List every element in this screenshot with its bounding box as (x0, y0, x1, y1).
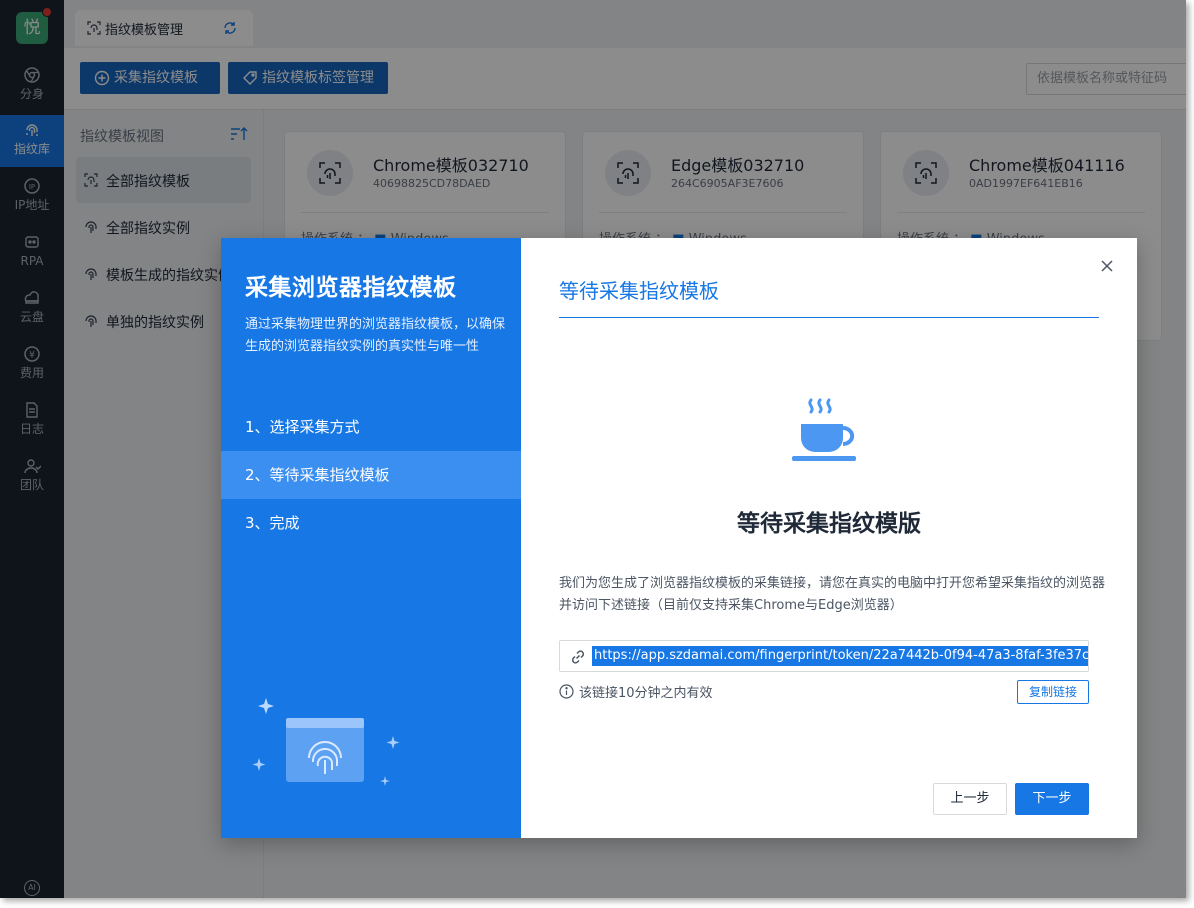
step-choose-method: 1、选择采集方式 (245, 418, 360, 436)
collect-link-field[interactable]: https://app.szdamai.com/fingerprint/toke… (559, 640, 1089, 672)
waiting-heading: 等待采集指纹模版 (737, 511, 921, 537)
step-finish: 3、完成 (245, 514, 300, 532)
dialog-sidebar-description: 通过采集物理世界的浏览器指纹模板，以确保生成的浏览器指纹实例的真实性与唯一性 (245, 317, 506, 354)
previous-step-button[interactable]: 上一步 (933, 783, 1007, 815)
collect-link-url[interactable]: https://app.szdamai.com/fingerprint/toke… (592, 646, 1088, 666)
link-icon (571, 650, 585, 664)
coffee-cup-icon (792, 398, 856, 461)
dialog-step-title: 等待采集指纹模板 (559, 279, 719, 303)
link-validity-text: 该链接10分钟之内有效 (579, 686, 713, 701)
waiting-description: 我们为您生成了浏览器指纹模板的采集链接，请您在真实的电脑中打开您希望采集指纹的浏… (559, 576, 1106, 613)
step-waiting-collect: 2、等待采集指纹模板 (221, 451, 521, 499)
close-icon[interactable] (1099, 258, 1115, 274)
dialog-sidebar: 采集浏览器指纹模板 通过采集物理世界的浏览器指纹模板，以确保生成的浏览器指纹实例… (221, 238, 521, 838)
fingerprint-illustration-icon (252, 698, 400, 786)
title-divider (559, 317, 1099, 318)
copy-link-button[interactable]: 复制链接 (1017, 680, 1089, 704)
info-icon (559, 684, 574, 699)
app-window: 悦 分身 指纹库 IP IP地址 RPA 云盘 ¥ 费用 日志 团队 AI 指纹… (0, 0, 1186, 898)
dialog-content: 等待采集指纹模板 等待采集指纹模版 我们为您生成了浏览器指纹模板的采集链接，请您… (521, 238, 1137, 838)
collect-template-dialog: 采集浏览器指纹模板 通过采集物理世界的浏览器指纹模板，以确保生成的浏览器指纹实例… (221, 238, 1137, 838)
next-step-button[interactable]: 下一步 (1015, 783, 1089, 815)
dialog-sidebar-title: 采集浏览器指纹模板 (245, 275, 457, 301)
